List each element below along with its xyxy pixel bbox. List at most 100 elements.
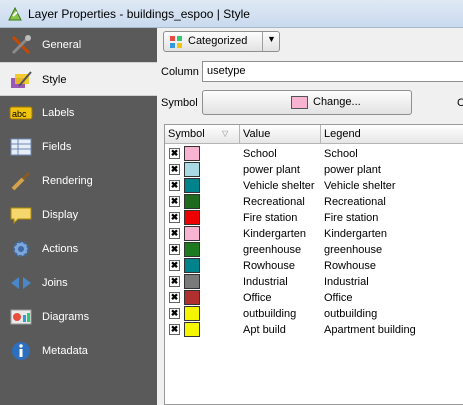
renderer-type-value: Categorized: [188, 35, 248, 47]
row-value: Industrial: [243, 276, 288, 288]
column-header-value[interactable]: Value: [240, 125, 321, 144]
gear-icon: [13, 241, 29, 257]
table-row[interactable]: ✖ power plant power plant: [165, 162, 463, 178]
row-legend[interactable]: Office: [324, 292, 353, 304]
row-legend[interactable]: Fire station: [324, 212, 378, 224]
categories-table[interactable]: Symbol ▽ Value Legend ✖ School School ✖ powe…: [164, 124, 463, 405]
sidebar-item-joins[interactable]: Joins: [0, 266, 157, 300]
sidebar-item-fields[interactable]: Fields: [0, 130, 157, 164]
row-checkbox[interactable]: ✖: [169, 164, 180, 175]
column-field[interactable]: usetype: [202, 61, 463, 82]
sidebar-item-label: Actions: [42, 243, 79, 255]
row-symbol-swatch[interactable]: [184, 226, 200, 241]
sidebar-item-diagrams[interactable]: Diagrams: [0, 300, 157, 334]
table-row[interactable]: ✖ outbuilding outbuilding: [165, 306, 463, 322]
change-symbol-button[interactable]: Change...: [202, 90, 412, 115]
sidebar-item-label: Labels: [42, 107, 75, 119]
table-row[interactable]: ✖ Fire station Fire station: [165, 210, 463, 226]
row-checkbox[interactable]: ✖: [169, 212, 180, 223]
qgis-logo-icon: [8, 6, 22, 21]
row-checkbox[interactable]: ✖: [169, 180, 180, 191]
row-checkbox[interactable]: ✖: [169, 324, 180, 335]
row-legend[interactable]: greenhouse: [324, 244, 382, 256]
row-legend[interactable]: Apartment building: [324, 324, 416, 336]
row-value: Fire station: [243, 212, 298, 224]
row-checkbox[interactable]: ✖: [169, 196, 180, 207]
title-bar: Layer Properties - buildings_espoo | Sty…: [0, 0, 463, 28]
sidebar-item-style[interactable]: Style: [0, 62, 157, 96]
abc-label-icon: abc: [9, 106, 33, 120]
row-legend[interactable]: Rowhouse: [324, 260, 376, 272]
sidebar-item-general[interactable]: General: [0, 28, 157, 62]
table-row[interactable]: ✖ Recreational Recreational: [165, 194, 463, 210]
row-symbol-swatch[interactable]: [184, 258, 200, 273]
renderer-type-select[interactable]: Categorized ▼: [163, 31, 280, 52]
table-icon: [10, 138, 32, 156]
sidebar-item-label: Joins: [42, 277, 68, 289]
brush-icon: [11, 171, 31, 191]
sidebar-item-actions[interactable]: Actions: [0, 232, 157, 266]
column-header-label: Value: [243, 128, 271, 140]
speech-bubble-icon: [10, 207, 32, 225]
row-checkbox[interactable]: ✖: [169, 292, 180, 303]
row-symbol-swatch[interactable]: [184, 146, 200, 161]
column-header-symbol[interactable]: Symbol ▽: [165, 125, 240, 144]
sidebar-item-labels[interactable]: abc Labels: [0, 96, 157, 130]
row-value: School: [243, 148, 277, 160]
sidebar-item-metadata[interactable]: Metadata: [0, 334, 157, 368]
color-ramp-label-cut: C: [457, 97, 463, 109]
row-legend[interactable]: Industrial: [324, 276, 369, 288]
row-symbol-swatch[interactable]: [184, 162, 200, 177]
table-row[interactable]: ✖ greenhouse greenhouse: [165, 242, 463, 258]
symbol-label: Symbol: [161, 97, 198, 109]
column-header-legend[interactable]: Legend: [321, 125, 463, 144]
column-header-label: Legend: [324, 128, 361, 140]
sidebar-item-rendering[interactable]: Rendering: [0, 164, 157, 198]
row-legend[interactable]: power plant: [324, 164, 381, 176]
join-arrows-icon: [11, 277, 31, 289]
row-checkbox[interactable]: ✖: [169, 260, 180, 271]
row-symbol-swatch[interactable]: [184, 322, 200, 337]
info-icon: [12, 342, 30, 360]
row-legend[interactable]: Vehicle shelter: [324, 180, 396, 192]
row-symbol-swatch[interactable]: [184, 306, 200, 321]
row-legend[interactable]: Recreational: [324, 196, 386, 208]
table-row[interactable]: ✖ School School: [165, 146, 463, 162]
sidebar-item-label: Style: [42, 74, 67, 86]
sidebar-item-label: Display: [42, 209, 79, 221]
row-symbol-swatch[interactable]: [184, 178, 200, 193]
table-row[interactable]: ✖ Office Office: [165, 290, 463, 306]
svg-text:abc: abc: [12, 109, 27, 119]
row-value: Recreational: [243, 196, 305, 208]
symbol-swatch: [291, 96, 308, 109]
dropdown-arrow[interactable]: ▼: [262, 32, 279, 51]
row-symbol-swatch[interactable]: [184, 242, 200, 257]
row-legend[interactable]: Kindergarten: [324, 228, 387, 240]
table-row[interactable]: ✖ Apt build Apartment building: [165, 322, 463, 338]
table-row[interactable]: ✖ Kindergarten Kindergarten: [165, 226, 463, 242]
row-checkbox[interactable]: ✖: [169, 244, 180, 255]
row-checkbox[interactable]: ✖: [169, 276, 180, 287]
row-symbol-swatch[interactable]: [184, 290, 200, 305]
categorized-icon: [170, 36, 182, 48]
row-value: Kindergarten: [243, 228, 306, 240]
row-legend[interactable]: School: [324, 148, 358, 160]
row-checkbox[interactable]: ✖: [169, 308, 180, 319]
sidebar-item-label: Metadata: [42, 345, 88, 357]
change-button-label: Change...: [313, 96, 361, 108]
table-row[interactable]: ✖ Industrial Industrial: [165, 274, 463, 290]
sidebar-item-label: Rendering: [42, 175, 93, 187]
sort-indicator-icon: ▽: [222, 129, 229, 138]
table-row[interactable]: ✖ Rowhouse Rowhouse: [165, 258, 463, 274]
row-symbol-swatch[interactable]: [184, 210, 200, 225]
window-title: Layer Properties - buildings_espoo | Sty…: [28, 7, 250, 21]
row-checkbox[interactable]: ✖: [169, 148, 180, 159]
row-checkbox[interactable]: ✖: [169, 228, 180, 239]
sidebar-item-display[interactable]: Display: [0, 198, 157, 232]
row-symbol-swatch[interactable]: [184, 274, 200, 289]
row-symbol-swatch[interactable]: [184, 194, 200, 209]
row-legend[interactable]: outbuilding: [324, 308, 377, 320]
row-value: greenhouse: [243, 244, 302, 256]
row-value: outbuilding: [243, 308, 297, 320]
table-row[interactable]: ✖ Vehicle shelter Vehicle shelter: [165, 178, 463, 194]
